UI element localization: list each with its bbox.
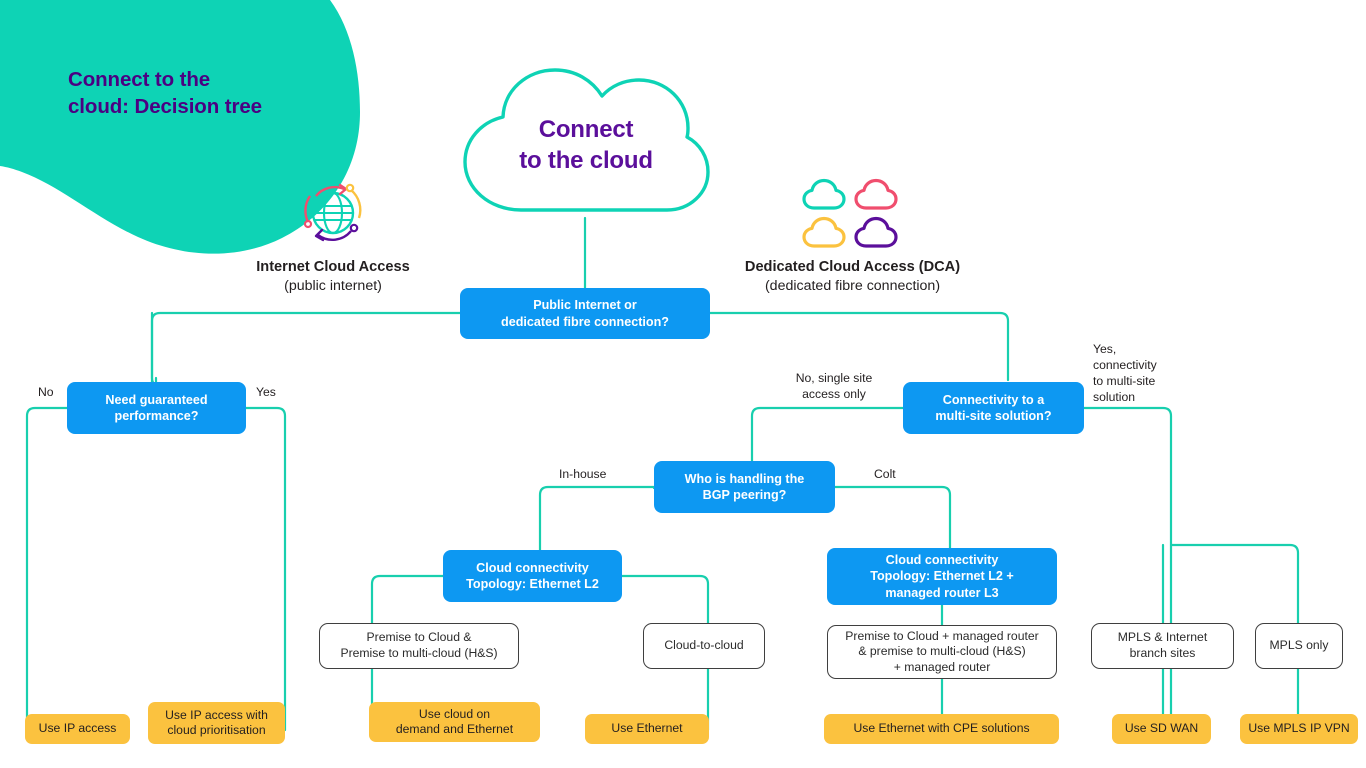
outcome-cloud-demand-line1: Use cloud on (418, 706, 491, 721)
edge-label-yes-multi-site: Yes, connectivity to multi-site solution (1093, 342, 1157, 404)
decision-perf-line2: performance? (114, 409, 199, 423)
outcome-ip-prio-line1: Use IP access with (165, 707, 268, 722)
scenario-mpls-internet-branch-sites[interactable]: MPLS & Internet branch sites (1091, 623, 1234, 669)
scenario-managed-line1: Premise to Cloud + managed router (845, 628, 1039, 643)
decision-multisite-line1: Connectivity to a (942, 392, 1045, 407)
topology-ethernet-l2-l3[interactable]: Cloud connectivity Topology: Ethernet L2… (827, 548, 1057, 605)
scenario-mpls-branch-line2: branch sites (1129, 646, 1196, 660)
topology-l2-line1: Cloud connectivity (476, 560, 589, 575)
outcome-ethernet-cpe-label: Use Ethernet with CPE solutions (853, 721, 1030, 736)
root-cloud-node: Connect to the cloud (455, 62, 717, 224)
decision-perf-line1: Need guaranteed (105, 392, 208, 407)
decision-public-or-dedicated[interactable]: Public Internet or dedicated fibre conne… (460, 288, 710, 339)
outcome-use-ethernet-cpe[interactable]: Use Ethernet with CPE solutions (824, 714, 1059, 744)
scenario-mpls-only-label: MPLS only (1269, 638, 1329, 653)
section-dedicated-title: Dedicated Cloud Access (DCA) (744, 259, 961, 275)
wire-left-branch (150, 311, 462, 388)
scenario-premise-line1: Premise to Cloud & (366, 630, 472, 645)
root-cloud-label: Connect to the cloud (455, 114, 717, 176)
outcome-ip-prio-line2: cloud prioritisation (167, 723, 266, 737)
outcome-use-ip-access-cloud-prioritisation[interactable]: Use IP access with cloud prioritisation (148, 702, 285, 744)
globe-network-icon (303, 183, 362, 242)
scenario-managed-line3: + managed router (893, 659, 991, 674)
wire-right-branch (708, 311, 1010, 382)
decision-multisite-line2: multi-site solution? (935, 409, 1052, 423)
wire-no-guaranteed (25, 406, 69, 732)
scenario-mpls-only[interactable]: MPLS only (1255, 623, 1343, 669)
scenario-managed-line2: & premise to multi-cloud (H&S) (858, 644, 1026, 659)
section-dedicated-cloud-access: Dedicated Cloud Access (DCA) (dedicated … (700, 258, 1005, 296)
root-label-line2: to the cloud (519, 147, 653, 175)
outcome-ip-access-label: Use IP access (38, 721, 117, 736)
decision-need-guaranteed-performance[interactable]: Need guaranteed performance? (67, 382, 246, 434)
wire-colt (833, 485, 952, 550)
wire-yes-multi-site (1082, 406, 1173, 732)
topology-l3-line3: managed router L3 (885, 585, 999, 600)
outcome-ethernet-label: Use Ethernet (611, 721, 683, 736)
outcome-use-cloud-on-demand-ethernet[interactable]: Use cloud on demand and Ethernet (369, 702, 540, 742)
outcome-use-ethernet[interactable]: Use Ethernet (585, 714, 709, 744)
outcome-cloud-demand-line2: demand and Ethernet (395, 722, 514, 736)
edge-label-yes-guaranteed: Yes (256, 385, 276, 399)
topology-ethernet-l2[interactable]: Cloud connectivity Topology: Ethernet L2 (443, 550, 622, 602)
scenario-mpls-branch-line1: MPLS & Internet (1117, 630, 1208, 645)
scenario-cloud-to-cloud-label: Cloud-to-cloud (664, 638, 744, 653)
decision-bgp-peering[interactable]: Who is handling the BGP peering? (654, 461, 835, 513)
decision-tree-canvas: Connect to the cloud: Decision tree Conn… (0, 0, 1366, 768)
scenario-premise-line2: Premise to multi-cloud (H&S) (340, 646, 498, 660)
root-label-line1: Connect (538, 116, 634, 143)
decision-public-line1: Public Internet or (533, 298, 637, 313)
decision-bgp-line2: BGP peering? (702, 488, 787, 502)
topology-l3-line2: Topology: Ethernet L2 + (870, 569, 1014, 584)
scenario-premise-to-cloud-managed-router[interactable]: Premise to Cloud + managed router & prem… (827, 625, 1057, 679)
edge-label-no-single-site: No, single site access only (795, 371, 873, 401)
decision-multi-site-connectivity[interactable]: Connectivity to a multi-site solution? (903, 382, 1084, 434)
scenario-premise-to-cloud-hs[interactable]: Premise to Cloud & Premise to multi-clou… (319, 623, 519, 669)
topology-l3-line1: Cloud connectivity (885, 552, 999, 567)
section-dedicated-subtitle: (dedicated fibre connection) (764, 278, 941, 295)
outcome-mpls-vpn-label: Use MPLS IP VPN (1248, 721, 1350, 736)
edge-label-in-house: In-house (559, 467, 607, 481)
topology-l2-line2: Topology: Ethernet L2 (466, 577, 599, 591)
section-internet-cloud-access: Internet Cloud Access (public internet) (213, 258, 453, 296)
outcome-use-mpls-ip-vpn[interactable]: Use MPLS IP VPN (1240, 714, 1358, 744)
outcome-sd-wan-label: Use SD WAN (1124, 721, 1199, 736)
section-internet-title: Internet Cloud Access (256, 259, 410, 275)
four-clouds-icon (802, 178, 898, 248)
outcome-use-sd-wan[interactable]: Use SD WAN (1112, 714, 1211, 744)
scenario-cloud-to-cloud[interactable]: Cloud-to-cloud (643, 623, 765, 669)
decision-public-line2: dedicated fibre connection? (501, 314, 669, 329)
edge-label-colt: Colt (874, 467, 896, 481)
edge-label-no-guaranteed: No (38, 385, 54, 399)
section-internet-subtitle: (public internet) (284, 278, 382, 295)
decision-bgp-line1: Who is handling the (684, 471, 805, 486)
wire-yes-guaranteed (244, 406, 287, 732)
outcome-use-ip-access[interactable]: Use IP access (25, 714, 130, 744)
